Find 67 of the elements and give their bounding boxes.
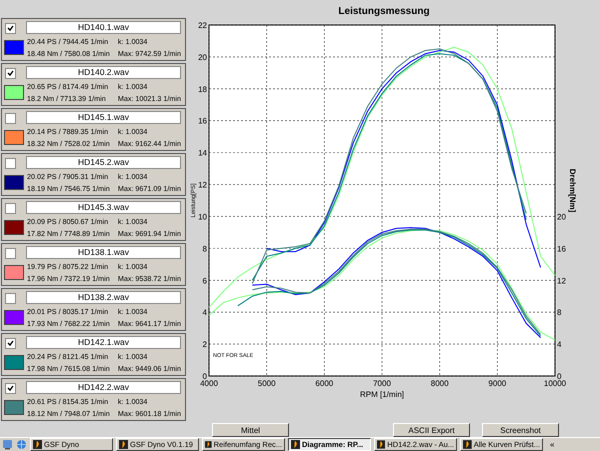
color-swatch[interactable] bbox=[4, 265, 24, 280]
y-tick-label: 0 bbox=[557, 372, 562, 381]
checkbox[interactable] bbox=[5, 203, 16, 214]
app-icon bbox=[205, 440, 212, 449]
y-tick-label: 0 bbox=[202, 372, 207, 381]
globe-icon[interactable] bbox=[16, 439, 27, 450]
file-name-field[interactable]: HD140.1.wav bbox=[26, 21, 181, 34]
y-tick-label: 12 bbox=[557, 276, 566, 286]
y-tick-label: 20 bbox=[198, 52, 207, 62]
checkbox[interactable] bbox=[5, 23, 16, 34]
checkbox[interactable] bbox=[5, 293, 16, 304]
y-tick-label: 14 bbox=[198, 148, 207, 158]
checkbox[interactable] bbox=[5, 158, 16, 169]
y-tick-label: 4 bbox=[202, 308, 207, 318]
tray-toggle[interactable]: « bbox=[550, 440, 554, 449]
x-tick-label: 7000 bbox=[373, 379, 391, 388]
color-swatch[interactable] bbox=[4, 175, 24, 190]
checkbox[interactable] bbox=[5, 383, 16, 394]
y-tick-label: 16 bbox=[198, 116, 207, 126]
checkbox[interactable] bbox=[5, 248, 16, 259]
x-tick-label: 5000 bbox=[258, 379, 276, 388]
y-tick-label: 16 bbox=[557, 244, 566, 254]
file-name-field[interactable]: HD145.2.wav bbox=[26, 156, 181, 169]
y-tick-label: 22 bbox=[198, 21, 207, 30]
y-axis-label: Drehm[Nm] bbox=[568, 168, 577, 212]
checkbox[interactable] bbox=[5, 113, 16, 124]
app-icon bbox=[33, 440, 42, 449]
toolbar-button[interactable]: ASCII Export bbox=[393, 423, 470, 437]
y-tick-label: 10 bbox=[198, 212, 207, 222]
chart-title: Leistungsmessung bbox=[337, 5, 431, 18]
file-name-field[interactable]: HD142.1.wav bbox=[26, 336, 181, 349]
file-name-field[interactable]: HD142.2.wav bbox=[26, 381, 181, 394]
color-swatch[interactable] bbox=[4, 400, 24, 415]
app-icon bbox=[119, 440, 128, 449]
y-tick-label: 8 bbox=[557, 308, 562, 318]
app-icon bbox=[291, 440, 300, 449]
x-tick-label: 9000 bbox=[488, 379, 506, 388]
color-swatch[interactable] bbox=[4, 355, 24, 370]
x-axis-label: RPM [1/min] bbox=[360, 390, 404, 399]
file-name-field[interactable]: HD140.2.wav bbox=[26, 66, 181, 79]
file-name-field[interactable]: HD145.3.wav bbox=[26, 201, 181, 214]
y-tick-label: 8 bbox=[202, 244, 207, 254]
x-tick-label: 6000 bbox=[315, 379, 334, 388]
y-tick-label: 4 bbox=[557, 340, 562, 350]
color-swatch[interactable] bbox=[4, 220, 24, 235]
y-tick-label: 2 bbox=[202, 340, 207, 350]
y-tick-label: 18 bbox=[198, 84, 207, 94]
y-tick-label: 20 bbox=[557, 212, 566, 222]
file-name-field[interactable]: HD138.2.wav bbox=[26, 291, 181, 304]
file-name-field[interactable]: HD145.1.wav bbox=[26, 111, 181, 124]
app-icon bbox=[463, 440, 472, 449]
color-swatch[interactable] bbox=[4, 40, 24, 55]
desktop-icon[interactable] bbox=[2, 439, 13, 450]
x-tick-label: 8000 bbox=[430, 379, 449, 388]
toolbar-button[interactable]: Screenshot bbox=[482, 423, 559, 437]
x-tick-label: 10000 bbox=[544, 379, 566, 388]
color-swatch[interactable] bbox=[4, 85, 24, 100]
y-tick-label: 12 bbox=[198, 180, 207, 190]
checkbox[interactable] bbox=[5, 338, 16, 349]
color-swatch[interactable] bbox=[4, 310, 24, 325]
toolbar-button[interactable]: Mittel bbox=[212, 423, 289, 437]
y-tick-label: 6 bbox=[202, 276, 207, 286]
checkbox[interactable] bbox=[5, 68, 16, 79]
color-swatch[interactable] bbox=[4, 130, 24, 145]
app-icon bbox=[377, 440, 386, 449]
x-tick-label: 4000 bbox=[200, 379, 218, 388]
file-name-field[interactable]: HD138.1.wav bbox=[26, 246, 181, 259]
